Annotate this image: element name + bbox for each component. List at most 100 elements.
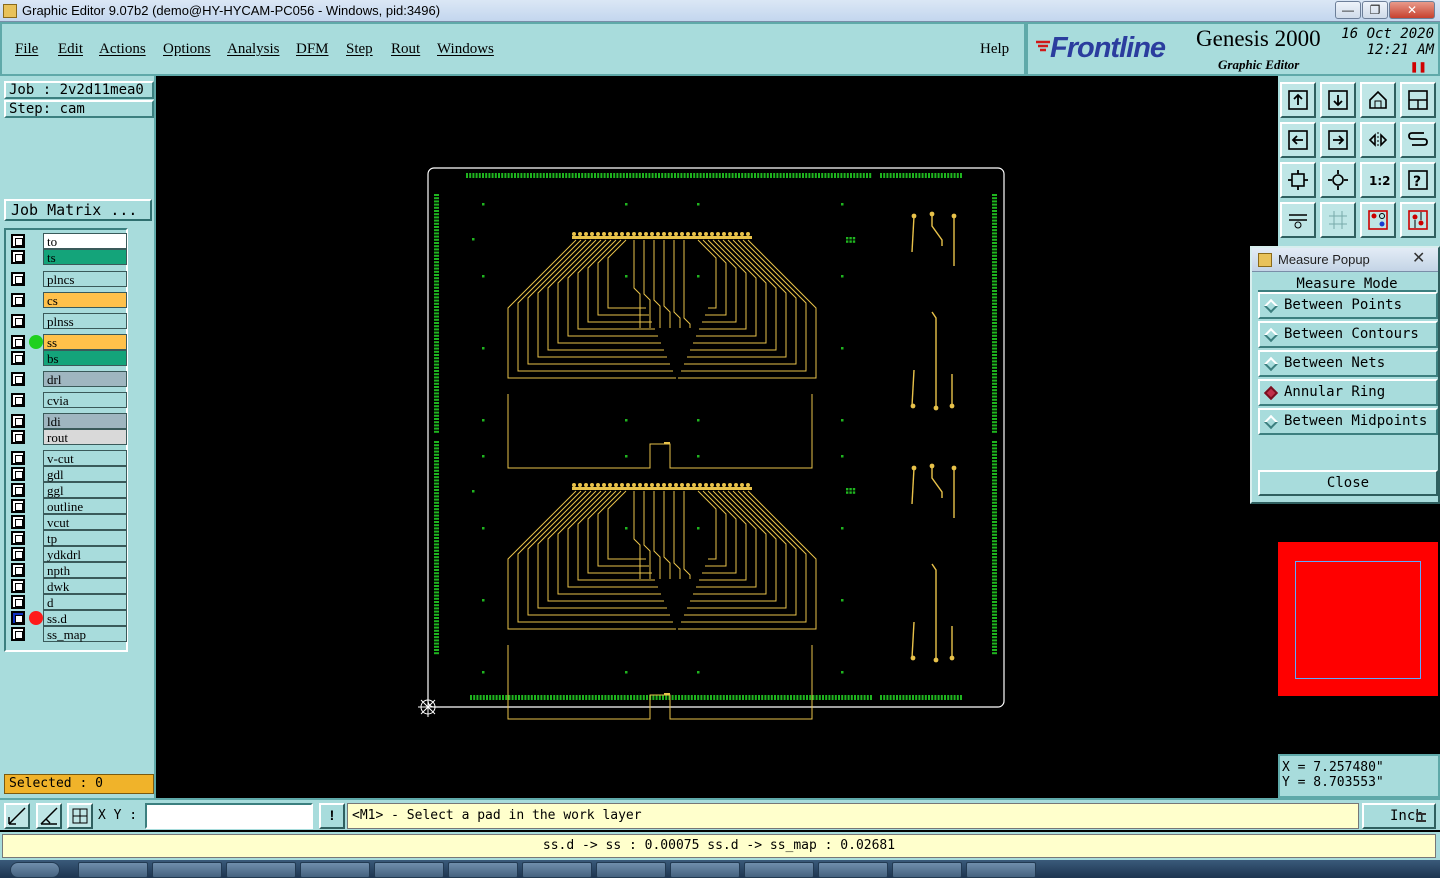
layer-checkbox[interactable] bbox=[11, 531, 25, 545]
layer-checkbox[interactable] bbox=[11, 515, 25, 529]
layer-name[interactable]: ss bbox=[43, 334, 127, 350]
grid-icon[interactable] bbox=[67, 803, 93, 829]
layer-row[interactable]: ydkdrl bbox=[9, 546, 127, 562]
overview-view-box[interactable] bbox=[1295, 561, 1421, 679]
layer-name[interactable]: bs bbox=[43, 350, 127, 366]
taskbar-item[interactable] bbox=[152, 862, 222, 878]
layer-row[interactable]: ldi bbox=[9, 413, 127, 429]
layer-name[interactable]: dwk bbox=[43, 578, 127, 594]
layer-checkbox[interactable] bbox=[11, 272, 25, 286]
layer-checkbox[interactable] bbox=[11, 595, 25, 609]
layer-checkbox[interactable] bbox=[11, 250, 25, 264]
layer-checkbox[interactable] bbox=[11, 430, 25, 444]
layer-row[interactable]: ss bbox=[9, 334, 127, 350]
fit-screen-button[interactable] bbox=[1280, 162, 1316, 198]
graphic-canvas[interactable] bbox=[156, 76, 1278, 798]
layer-row[interactable]: npth bbox=[9, 562, 127, 578]
menu-rout[interactable]: Rout bbox=[391, 41, 420, 58]
taskbar-item[interactable] bbox=[744, 862, 814, 878]
help-button[interactable]: ? bbox=[1400, 162, 1436, 198]
layer-name[interactable]: outline bbox=[43, 498, 127, 514]
layer-name[interactable]: ldi bbox=[43, 413, 127, 429]
mode-between-midpoints[interactable]: Between Midpoints bbox=[1258, 408, 1438, 435]
layer-row[interactable]: v-cut bbox=[9, 450, 127, 466]
taskbar-item[interactable] bbox=[226, 862, 296, 878]
layer-name[interactable]: cs bbox=[43, 292, 127, 308]
taskbar-item[interactable] bbox=[374, 862, 444, 878]
grid-toggle-button[interactable] bbox=[1320, 202, 1356, 238]
menu-options[interactable]: Options bbox=[163, 41, 211, 58]
taskbar-item[interactable] bbox=[522, 862, 592, 878]
layer-compare-button[interactable] bbox=[1360, 202, 1396, 238]
layer-row[interactable]: tp bbox=[9, 530, 127, 546]
layer-name[interactable]: plncs bbox=[43, 271, 127, 287]
layer-row[interactable]: outline bbox=[9, 498, 127, 514]
taskbar-item[interactable] bbox=[966, 862, 1036, 878]
layer-name[interactable]: ts bbox=[43, 249, 127, 265]
layer-row[interactable]: d bbox=[9, 594, 127, 610]
taskbar-item[interactable] bbox=[818, 862, 888, 878]
layer-row[interactable]: ts bbox=[9, 249, 127, 265]
layer-row[interactable]: to bbox=[9, 233, 127, 249]
layer-checkbox[interactable] bbox=[11, 234, 25, 248]
layer-checkbox[interactable] bbox=[11, 314, 25, 328]
alert-button[interactable]: ! bbox=[319, 803, 345, 829]
layer-name[interactable]: ggl bbox=[43, 482, 127, 498]
zoom-home-button[interactable] bbox=[1280, 82, 1316, 118]
mode-between-nets[interactable]: Between Nets bbox=[1258, 350, 1438, 377]
layer-name[interactable]: plnss bbox=[43, 313, 127, 329]
center-button[interactable] bbox=[1320, 162, 1356, 198]
mode-between-points[interactable]: Between Points bbox=[1258, 292, 1438, 319]
layer-compare-active-button[interactable] bbox=[1400, 202, 1436, 238]
snap-icon[interactable] bbox=[4, 803, 30, 829]
layer-name[interactable]: v-cut bbox=[43, 450, 127, 466]
layer-name[interactable]: d bbox=[43, 594, 127, 610]
taskbar-item[interactable] bbox=[448, 862, 518, 878]
zoom-previous-button[interactable] bbox=[1320, 82, 1356, 118]
taskbar-item[interactable] bbox=[78, 862, 148, 878]
layer-row[interactable]: gdl bbox=[9, 466, 127, 482]
popup-close-button[interactable]: Close bbox=[1258, 470, 1438, 496]
close-window-button[interactable]: ✕ bbox=[1389, 1, 1435, 19]
pan-left-button[interactable] bbox=[1280, 122, 1316, 158]
layer-name[interactable]: gdl bbox=[43, 466, 127, 482]
mode-between-contours[interactable]: Between Contours bbox=[1258, 321, 1438, 348]
layer-checkbox[interactable] bbox=[11, 393, 25, 407]
layer-checkbox[interactable] bbox=[11, 467, 25, 481]
layer-checkbox[interactable] bbox=[11, 499, 25, 513]
layer-checkbox[interactable] bbox=[11, 451, 25, 465]
layer-row[interactable]: cvia bbox=[9, 392, 127, 408]
menu-analysis[interactable]: Analysis bbox=[227, 41, 280, 58]
measure-icon[interactable] bbox=[36, 803, 62, 829]
layer-row[interactable]: dwk bbox=[9, 578, 127, 594]
taskbar-item[interactable] bbox=[596, 862, 666, 878]
layer-name[interactable]: rout bbox=[43, 429, 127, 445]
job-matrix-button[interactable]: Job Matrix ... bbox=[4, 199, 152, 221]
maximize-button[interactable]: ❐ bbox=[1362, 1, 1388, 19]
menu-file[interactable]: File bbox=[15, 41, 38, 58]
layer-row[interactable]: bs bbox=[9, 350, 127, 366]
start-button[interactable] bbox=[10, 862, 60, 878]
layer-name[interactable]: ydkdrl bbox=[43, 546, 127, 562]
xy-input[interactable] bbox=[145, 803, 313, 829]
layer-row[interactable]: drl bbox=[9, 371, 127, 387]
layer-name[interactable]: tp bbox=[43, 530, 127, 546]
layer-checkbox[interactable] bbox=[11, 579, 25, 593]
layer-name[interactable]: ss.d bbox=[43, 610, 127, 626]
menu-dfm[interactable]: DFM bbox=[296, 41, 329, 58]
layer-checkbox[interactable] bbox=[11, 611, 25, 625]
snake-route-button[interactable] bbox=[1400, 122, 1436, 158]
layer-row[interactable]: plncs bbox=[9, 271, 127, 287]
layer-row[interactable]: cs bbox=[9, 292, 127, 308]
layer-row[interactable]: ggl bbox=[9, 482, 127, 498]
layer-checkbox[interactable] bbox=[11, 483, 25, 497]
units-selector[interactable]: Inch bbox=[1362, 803, 1436, 829]
layer-checkbox[interactable] bbox=[11, 372, 25, 386]
taskbar-item[interactable] bbox=[300, 862, 370, 878]
mode-annular-ring[interactable]: Annular Ring bbox=[1258, 379, 1438, 406]
menu-help[interactable]: Help bbox=[980, 41, 1009, 58]
layer-row[interactable]: plnss bbox=[9, 313, 127, 329]
layer-checkbox[interactable] bbox=[11, 293, 25, 307]
menu-step[interactable]: Step bbox=[346, 41, 373, 58]
taskbar-item[interactable] bbox=[670, 862, 740, 878]
